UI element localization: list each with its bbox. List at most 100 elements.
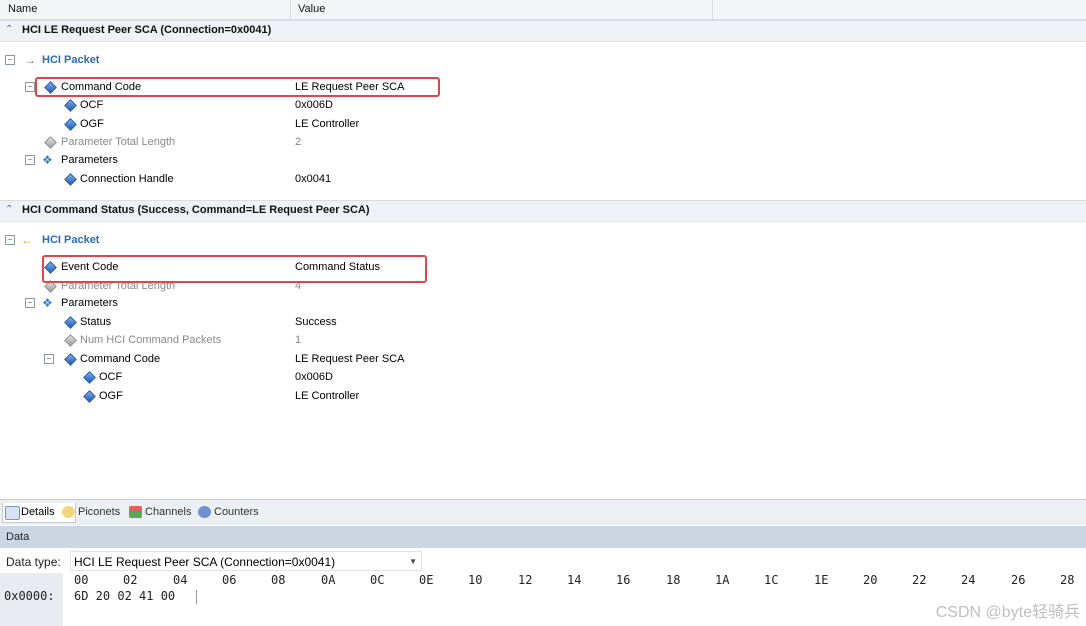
section-header-status[interactable]: ⌃ HCI Command Status (Success, Command=L… [0,200,1086,222]
field-name: OGF [99,390,123,402]
tree-row[interactable]: OGF LE Controller [0,387,1000,405]
piconets-icon [62,506,75,518]
field-name: OGF [80,118,104,130]
field-diamond-icon [83,371,96,384]
parameters-icon: ❖ [42,153,53,167]
packet-label: HCI Packet [42,54,100,66]
field-diamond-icon [64,118,77,131]
tree-row[interactable]: OGF LE Controller [0,115,1000,133]
hex-address: 0x0000: [4,589,55,603]
field-value: LE Request Peer SCA [295,353,405,365]
arrow-left-icon: ← [21,233,33,247]
field-name: Parameters [61,297,118,309]
hex-offset-label: 12 [518,573,533,587]
tree-row[interactable]: Status Success [0,313,1000,331]
tab-label: Details [21,506,55,518]
hex-offset-label: 20 [863,573,878,587]
section-title: HCI LE Request Peer SCA (Connection=0x00… [22,24,272,36]
collapse-toggle-icon[interactable]: − [5,55,15,65]
hex-offset-label: 26 [1011,573,1026,587]
text-cursor [196,590,197,604]
field-diamond-icon [64,316,77,329]
collapse-toggle-icon[interactable]: − [44,354,54,364]
tree-row[interactable]: Num HCI Command Packets 1 [0,331,1000,349]
field-value: 0x006D [295,99,333,111]
hex-offsets-row: 00 02 04 06 08 0A 0C 0E 10 12 14 16 18 1A 1C 1E 20 22 24 26… [0,573,1086,589]
hex-offset-label: 24 [961,573,976,587]
field-diamond-icon [64,353,77,366]
tree-row[interactable]: − Command Code LE Request Peer SCA [0,350,1000,368]
collapse-toggle-icon[interactable]: − [25,82,35,92]
field-value: 1 [295,334,302,346]
parameters-icon: ❖ [42,296,53,310]
collapse-toggle-icon[interactable]: − [25,155,35,165]
field-diamond-icon [64,173,77,186]
data-type-label: Data type: [6,555,61,569]
hex-offset-label: 02 [123,573,138,587]
field-diamond-gray-icon [64,334,77,347]
hex-offset-label: 0E [419,573,434,587]
hex-offset-label: 28 [1060,573,1075,587]
tab-counters[interactable]: Counters [196,503,259,522]
hci-packet-node[interactable]: − → HCI Packet [0,51,500,69]
hex-offset-label: 06 [222,573,237,587]
field-name: Num HCI Command Packets [80,334,222,346]
collapse-chevron-icon[interactable]: ⌃ [5,204,13,215]
tab-label: Counters [214,506,259,518]
tree-row[interactable]: OCF 0x006D [0,96,1000,114]
tree-row[interactable]: − ❖ Parameters [0,151,1000,169]
hex-offset-label: 10 [468,573,483,587]
data-type-select[interactable]: HCI LE Request Peer SCA (Connection=0x00… [70,551,422,571]
hex-offset-label: 22 [912,573,927,587]
tab-channels[interactable]: Channels [127,503,191,522]
highlight-box [35,77,440,97]
hex-offset-label: 1A [715,573,730,587]
field-name: Command Code [80,353,161,365]
packet-label: HCI Packet [42,234,100,246]
hex-offset-label: 08 [271,573,286,587]
tree-row[interactable]: OCF 0x006D [0,368,1000,386]
field-diamond-icon [64,99,77,112]
field-value: Success [295,316,337,328]
tab-piconets[interactable]: Piconets [60,503,120,522]
collapse-toggle-icon[interactable]: − [5,235,15,245]
hci-packet-node[interactable]: − ← HCI Packet [0,231,500,249]
hex-offset-label: 04 [173,573,188,587]
field-value: 0x0041 [295,173,332,185]
field-diamond-icon [83,390,96,403]
tree-row[interactable]: − ❖ Parameters [0,294,1000,312]
field-name: Parameter Total Length [61,136,176,148]
name-column-header[interactable]: Name [0,0,291,19]
field-diamond-gray-icon [44,136,57,149]
hex-offset-label: 1E [814,573,829,587]
column-header: Name Value [0,0,1086,20]
field-name: OCF [80,99,104,111]
arrow-right-icon: → [24,53,36,67]
field-value: LE Controller [295,390,360,402]
counters-icon [198,506,211,518]
value-column-header[interactable]: Value [290,0,713,19]
hex-offset-label: 18 [666,573,681,587]
hex-offset-label: 0A [321,573,336,587]
data-type-value: HCI LE Request Peer SCA (Connection=0x00… [74,555,336,569]
field-value: 2 [295,136,302,148]
section-header-request[interactable]: ⌃ HCI LE Request Peer SCA (Connection=0x… [0,20,1086,42]
field-name: Status [80,316,112,328]
tree-row[interactable]: Parameter Total Length 2 [0,133,1000,151]
section-title: HCI Command Status (Success, Command=LE … [22,204,370,216]
collapse-toggle-icon[interactable]: − [25,298,35,308]
tree-row[interactable]: Connection Handle 0x0041 [0,170,1000,188]
field-value: LE Controller [295,118,360,130]
details-icon [5,506,20,520]
collapse-chevron-icon[interactable]: ⌃ [5,24,13,35]
field-name: OCF [99,371,123,383]
bottom-tab-bar: Details Piconets Channels Counters [0,499,1086,525]
highlight-box [42,255,427,283]
hex-bytes[interactable]: 6D 20 02 41 00 [74,589,175,603]
field-name: Connection Handle [80,173,174,185]
hex-offset-label: 14 [567,573,582,587]
field-value: 0x006D [295,371,333,383]
field-name: Parameters [61,154,118,166]
hex-offset-label: 0C [370,573,385,587]
dropdown-arrow-icon[interactable]: ▼ [409,552,417,572]
